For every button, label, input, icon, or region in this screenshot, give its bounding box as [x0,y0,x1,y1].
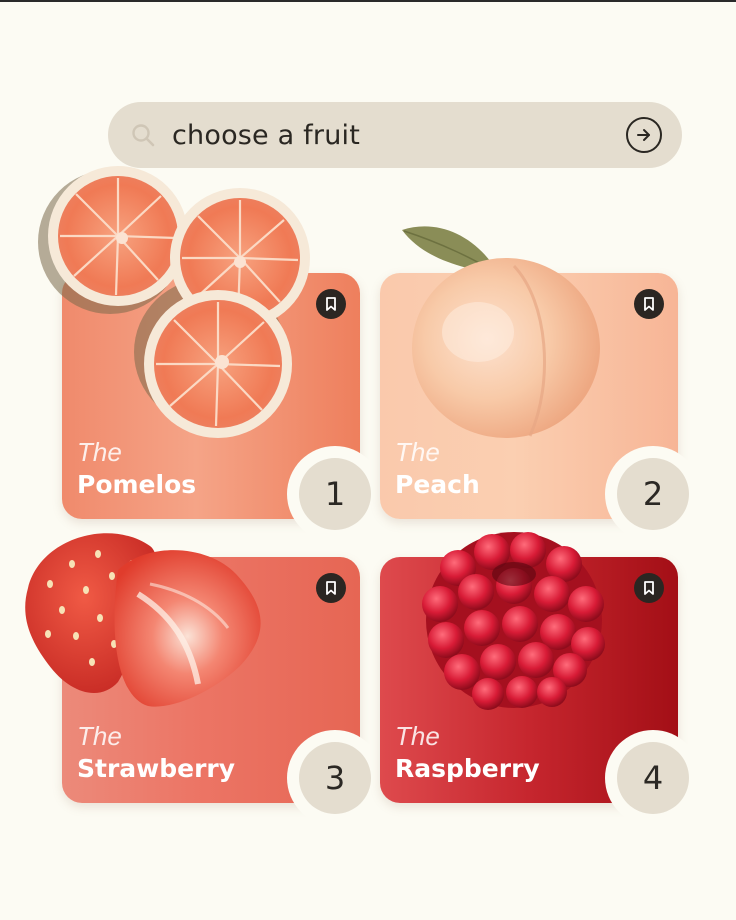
card-number: 2 [617,458,689,530]
card-title: Pomelos [77,470,197,499]
arrow-right-icon [637,129,650,141]
bookmark-button[interactable] [316,573,346,603]
card-title: Strawberry [77,754,236,783]
bookmark-button[interactable] [634,289,664,319]
card-title: Peach [395,470,480,499]
card-number: 4 [617,742,689,814]
card-prefix: The [77,721,122,751]
search-icon [132,124,155,147]
search-submit-button[interactable] [626,117,662,153]
card-number: 3 [299,742,371,814]
bookmark-icon [326,581,336,595]
peach-image [402,226,600,438]
bookmark-button[interactable] [634,573,664,603]
bookmark-icon [644,297,654,311]
card-number: 1 [299,458,371,530]
card-prefix: The [395,721,440,751]
bookmark-icon [644,581,654,595]
bookmark-icon [326,297,336,311]
search-input[interactable]: choose a fruit [172,120,360,151]
raspberry-image [422,532,605,710]
top-border [0,0,736,2]
strawberry-image [25,533,261,707]
card-title: Raspberry [395,754,540,783]
bookmark-button[interactable] [316,289,346,319]
pomelo-image [38,166,310,438]
